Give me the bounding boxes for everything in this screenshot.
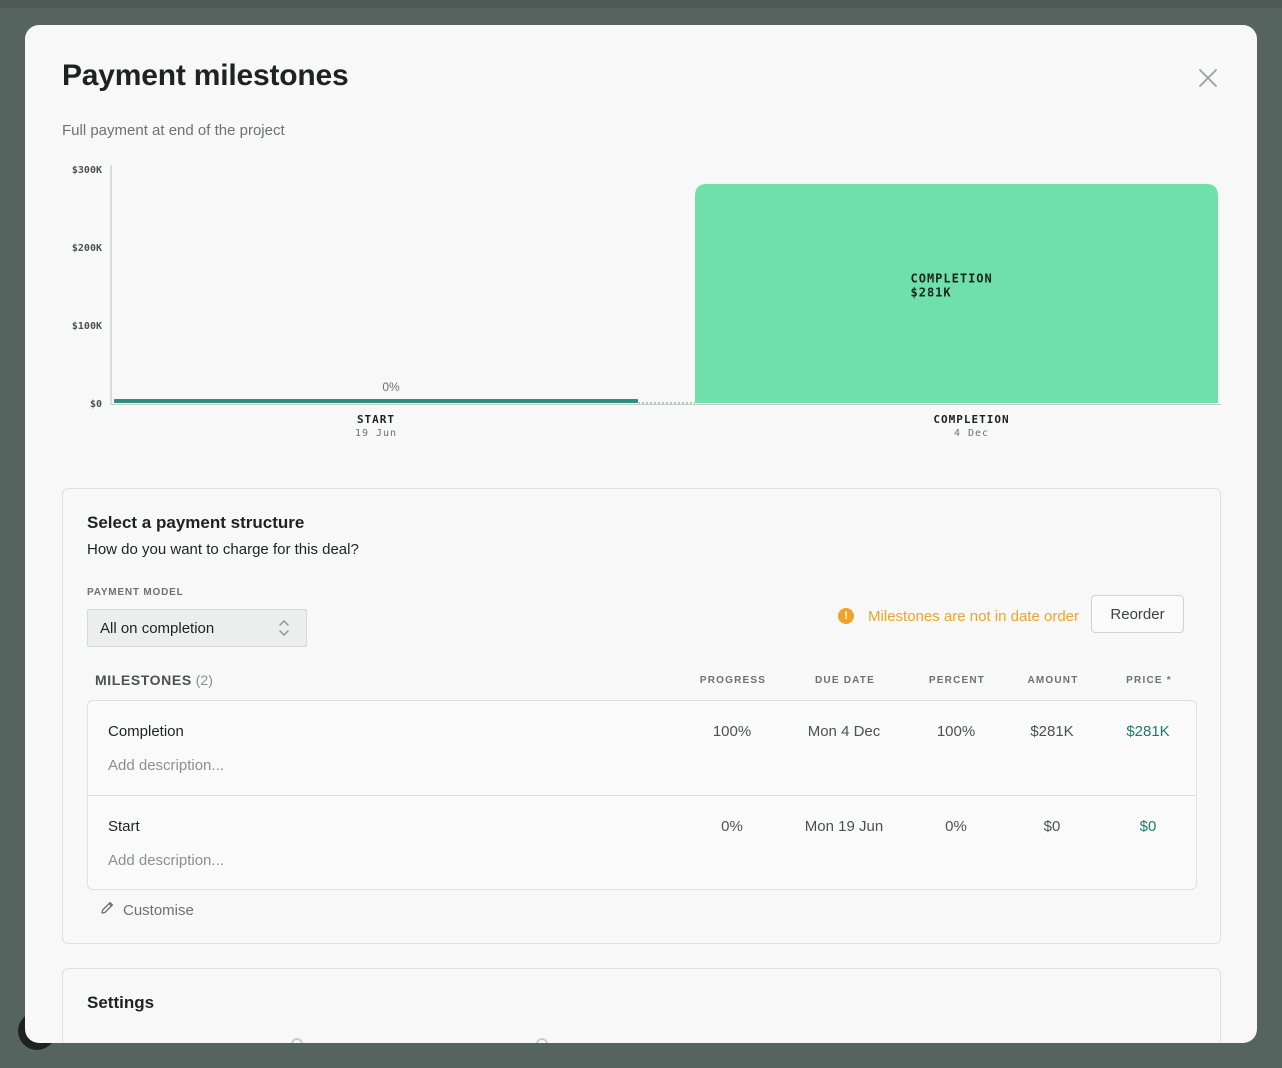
table-row[interactable]: Completion Add description... 100% Mon 4… — [88, 701, 1196, 795]
bar-completion — [695, 183, 1218, 403]
milestone-chart: $0 $100K $200K $300K 0% COMPLETION $281K START 1… — [55, 160, 1235, 460]
milestone-amount: $281K — [1030, 723, 1074, 740]
column-amount: AMOUNT — [1027, 675, 1079, 686]
milestones-label: MILESTONES — [95, 672, 192, 688]
milestone-price[interactable]: $0 — [1098, 818, 1198, 835]
milestone-due-date[interactable]: Mon 19 Jun — [794, 818, 894, 835]
payment-model-value: All on completion — [100, 620, 215, 637]
warning-icon: ! — [838, 608, 855, 624]
y-tick-label: $100K — [72, 321, 102, 332]
x-tick-date: 4 Dec — [954, 428, 989, 439]
bar-label-completion: $281K — [911, 285, 952, 299]
chart-svg: $0$100K$200K$300K0%COMPLETION$281KSTART1… — [72, 165, 1221, 439]
x-tick-label: COMPLETION — [933, 413, 1009, 426]
milestone-description-field[interactable]: Add description... — [108, 757, 224, 774]
column-price: PRICE * — [1126, 675, 1172, 686]
milestone-percent: 100% — [936, 723, 976, 740]
y-tick-label: $200K — [72, 243, 102, 254]
bar-label-completion: COMPLETION — [911, 271, 993, 285]
payment-model-label: PAYMENT MODEL — [87, 587, 184, 598]
y-tick-label: $300K — [72, 165, 102, 176]
customise-button[interactable]: Customise — [99, 900, 194, 920]
payment-model-select[interactable]: All on completion — [87, 609, 307, 647]
settings-card: Settings — [62, 968, 1221, 1043]
close-icon[interactable] — [1197, 67, 1219, 89]
milestone-due-date[interactable]: Mon 4 Dec — [794, 723, 894, 740]
table-row[interactable]: Start Add description... 0% Mon 19 Jun 0… — [88, 796, 1196, 890]
settings-title: Settings — [87, 993, 155, 1012]
pencil-icon — [99, 900, 115, 920]
y-tick-label: $0 — [90, 399, 102, 410]
payment-structure-card: Select a payment structure How do you wa… — [62, 488, 1221, 944]
section-title: Select a payment structure — [87, 513, 305, 532]
milestone-progress: 0% — [721, 818, 743, 835]
date-order-warning: ! Milestones are not in date order — [838, 605, 1079, 627]
milestone-progress: 100% — [712, 723, 752, 740]
reorder-button[interactable]: Reorder — [1091, 595, 1184, 633]
info-icon — [536, 1038, 548, 1043]
modal-subtitle: Full payment at end of the project — [62, 122, 285, 139]
bar-label-start: 0% — [382, 380, 400, 394]
customise-label: Customise — [123, 901, 194, 919]
milestones-header: MILESTONES (2) — [95, 672, 213, 688]
column-percent: PERCENT — [928, 675, 986, 686]
milestone-name[interactable]: Completion — [108, 723, 184, 740]
payment-milestones-modal: Payment milestones Full payment at end o… — [25, 25, 1257, 1043]
warning-text: Milestones are not in date order — [868, 607, 1079, 625]
x-tick-date: 19 Jun — [355, 428, 397, 439]
bar-start — [114, 399, 638, 403]
x-tick-label: START — [357, 413, 395, 426]
section-description: How do you want to charge for this deal? — [87, 541, 359, 558]
milestone-price[interactable]: $281K — [1098, 723, 1198, 740]
milestone-percent: 0% — [945, 818, 967, 835]
column-due-date: DUE DATE — [815, 675, 875, 686]
milestones-count: (2) — [195, 672, 213, 688]
column-progress: PROGRESS — [699, 675, 767, 686]
milestone-name[interactable]: Start — [108, 818, 140, 835]
chevron-updown-icon — [278, 619, 290, 641]
milestone-description-field[interactable]: Add description... — [108, 852, 224, 869]
milestones-table: Completion Add description... 100% Mon 4… — [87, 700, 1197, 890]
milestone-amount: $0 — [1043, 818, 1061, 835]
backdrop-header — [0, 0, 1282, 8]
info-icon — [291, 1038, 303, 1043]
modal-title: Payment milestones — [62, 59, 349, 92]
